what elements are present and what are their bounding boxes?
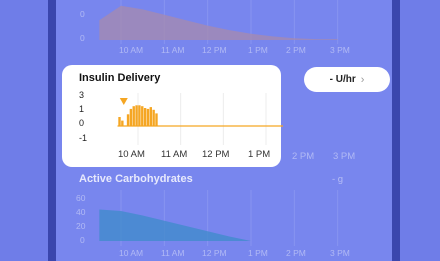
insulin-delivery-chart <box>117 93 283 145</box>
insulin-bar <box>138 105 141 126</box>
active-carbs-value: - g <box>332 174 344 185</box>
insulin-bar <box>146 108 150 126</box>
carbs-x-label: 2 PM <box>286 248 306 258</box>
insulin-y-label: 1 <box>79 104 85 114</box>
bolus-marker-icon <box>119 98 128 105</box>
insulin-x-label: 11 AM <box>161 149 188 160</box>
insulin-y-label: 0 <box>79 118 85 128</box>
top-chart-x-label: 2 PM <box>286 45 306 55</box>
insulin-bar <box>152 109 155 126</box>
insulin-bar <box>141 106 144 126</box>
carbs-y-label: 60 <box>76 193 86 203</box>
insulin-bar <box>149 107 152 126</box>
chevron-right-icon: › <box>360 73 365 86</box>
carbs-area <box>99 209 251 241</box>
insulin-delivery-title: Insulin Delivery <box>79 72 161 84</box>
phone-bezel-right <box>392 0 400 261</box>
top-area <box>99 5 338 41</box>
insulin-x-label-dimmed: 3 PM <box>333 151 356 162</box>
carbs-y-label: 20 <box>76 221 86 231</box>
insulin-bar <box>129 108 133 126</box>
carbs-y-label: 0 <box>80 235 85 245</box>
insulin-bar <box>121 120 124 126</box>
insulin-bar <box>132 106 135 126</box>
basal-rate-button[interactable]: - U/hr › <box>304 67 390 92</box>
insulin-y-label: 3 <box>79 90 85 100</box>
carbs-x-label: 1 PM <box>248 248 268 258</box>
top-chart-x-label: 3 PM <box>330 45 350 55</box>
top-chart-y-label: 0 <box>80 33 85 43</box>
carbs-y-label: 40 <box>76 207 86 217</box>
insulin-delivery-card[interactable]: Insulin Delivery 3 1 0 -1 10 AM 11 AM 12… <box>62 65 283 167</box>
basal-rate-label: - U/hr <box>329 74 356 85</box>
top-chart-x-label: 12 PM <box>202 45 227 55</box>
insulin-y-label: -1 <box>79 133 88 143</box>
insulin-bar <box>118 117 121 126</box>
top-chart-x-label: 10 AM <box>119 45 144 55</box>
carbs-x-label: 11 AM <box>161 248 185 258</box>
insulin-bar <box>143 108 147 126</box>
insulin-bar <box>135 105 138 126</box>
top-chart-x-label: 1 PM <box>248 45 268 55</box>
insulin-x-label: 12 PM <box>202 149 230 160</box>
carbs-x-label: 10 AM <box>119 248 144 258</box>
active-carbs-title: Active Carbohydrates <box>79 173 193 185</box>
insulin-bar <box>155 113 158 126</box>
insulin-x-label-dimmed: 2 PM <box>292 151 315 162</box>
insulin-x-label: 1 PM <box>248 149 271 160</box>
insulin-x-label: 10 AM <box>118 149 145 160</box>
insulin-bar <box>126 114 130 126</box>
top-chart-y-label: 0 <box>80 9 85 19</box>
carbs-x-label: 12 PM <box>202 248 227 258</box>
carbs-x-label: 3 PM <box>330 248 350 258</box>
top-chart-x-label: 11 AM <box>161 45 185 55</box>
phone-bezel-left <box>48 0 56 261</box>
